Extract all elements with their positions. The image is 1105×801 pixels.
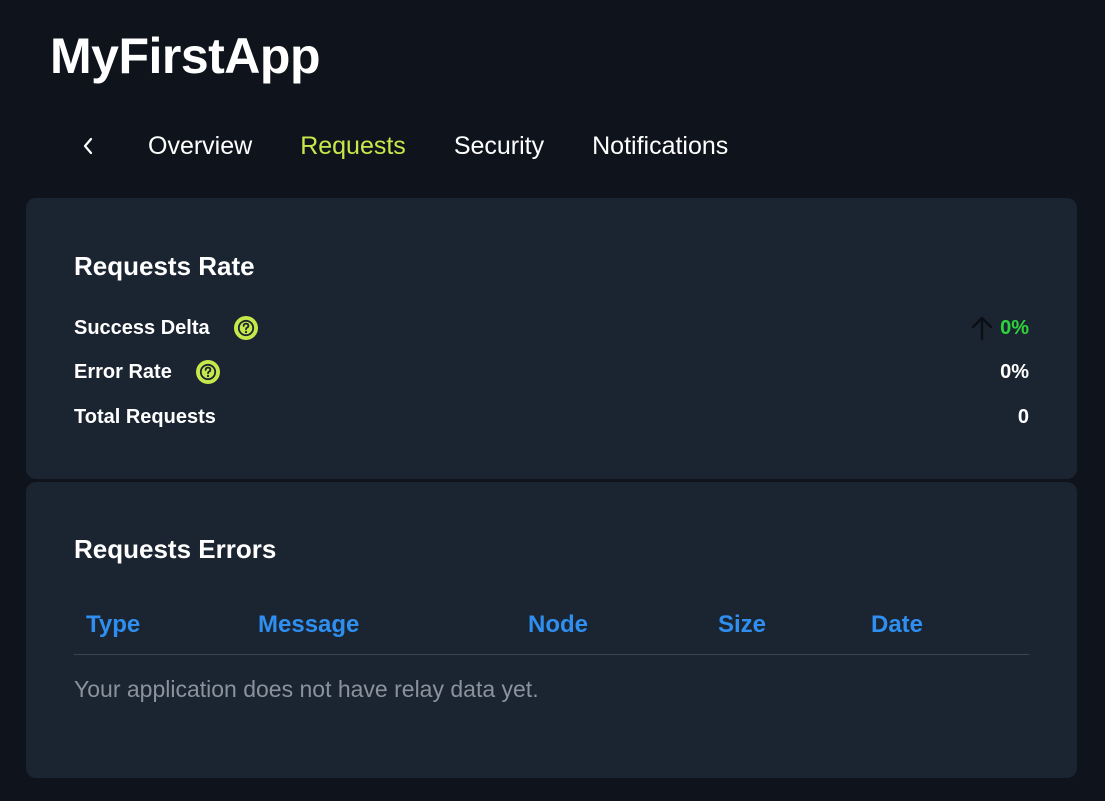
tab-security[interactable]: Security	[454, 126, 544, 166]
metric-value: 0%	[1000, 316, 1029, 339]
metric-label: Error Rate	[74, 360, 172, 383]
errors-table-header: Type Message Node Size Date	[74, 608, 1029, 655]
question-circle-icon[interactable]	[233, 316, 258, 340]
column-header-date[interactable]: Date	[871, 608, 923, 642]
tab-bar: Overview Requests Security Notifications	[74, 124, 776, 168]
back-button[interactable]	[74, 128, 102, 164]
column-header-type[interactable]: Type	[86, 608, 140, 642]
metric-value: 0%	[1000, 360, 1029, 383]
chevron-left-icon	[83, 137, 93, 155]
requests-rate-card: Requests Rate Success Delta 0% Error Rat…	[26, 198, 1077, 479]
metric-row-success-delta: Success Delta 0%	[74, 313, 1029, 343]
metric-label: Success Delta	[74, 316, 210, 339]
requests-rate-title: Requests Rate	[74, 251, 255, 281]
requests-errors-card: Requests Errors Type Message Node Size D…	[26, 482, 1077, 778]
tab-overview[interactable]: Overview	[148, 126, 252, 166]
metric-label: Total Requests	[74, 405, 216, 428]
tab-notifications[interactable]: Notifications	[592, 126, 728, 166]
empty-state-message: Your application does not have relay dat…	[74, 676, 539, 702]
metric-row-error-rate: Error Rate 0%	[74, 357, 1029, 387]
column-header-message[interactable]: Message	[258, 608, 359, 642]
metric-value-container: 0%	[970, 315, 1029, 341]
column-header-node[interactable]: Node	[528, 608, 588, 642]
requests-errors-title: Requests Errors	[74, 534, 277, 564]
arrow-up-icon	[970, 315, 994, 341]
question-circle-icon[interactable]	[195, 360, 220, 384]
metric-value: 0	[1017, 405, 1029, 428]
tab-requests[interactable]: Requests	[300, 126, 406, 166]
app-title: MyFirstApp	[50, 28, 321, 84]
column-header-size[interactable]: Size	[718, 608, 766, 642]
metric-row-total-requests: Total Requests 0	[74, 402, 1029, 432]
